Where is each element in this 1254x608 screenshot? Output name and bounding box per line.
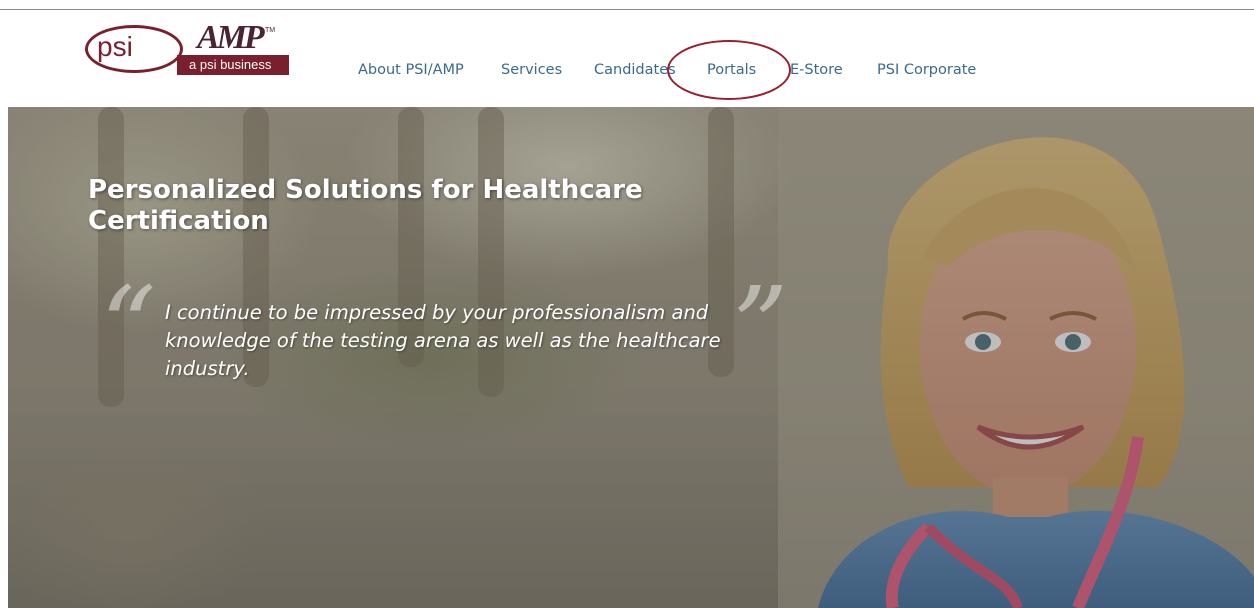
testimonial-quote: I continue to be impressed by your profe… (165, 301, 721, 380)
site-header: psi AMP TM a psi business About PSI/AMP … (0, 10, 1254, 107)
nav-item-estore[interactable]: E-Store (790, 62, 843, 78)
amp-logo-text: AMP (197, 19, 265, 56)
amp-trademark: TM (265, 27, 276, 34)
psi-logo-text: psi (97, 31, 133, 62)
nav-item-portals[interactable]: Portals (707, 62, 756, 78)
logo-tagline: a psi business (177, 55, 289, 75)
open-quote-mark: “ (100, 263, 157, 391)
nav-item-candidates[interactable]: Candidates (594, 62, 676, 78)
nav-item-about[interactable]: About PSI/AMP (358, 62, 464, 78)
hero-title: Personalized Solutions for Healthcare Ce… (88, 175, 643, 236)
close-quote-mark: ” (732, 263, 789, 391)
nav-item-psi-corporate[interactable]: PSI Corporate (877, 62, 976, 78)
psi-amp-logo[interactable]: psi AMP TM a psi business (85, 19, 295, 75)
nav-item-services[interactable]: Services (501, 62, 562, 78)
